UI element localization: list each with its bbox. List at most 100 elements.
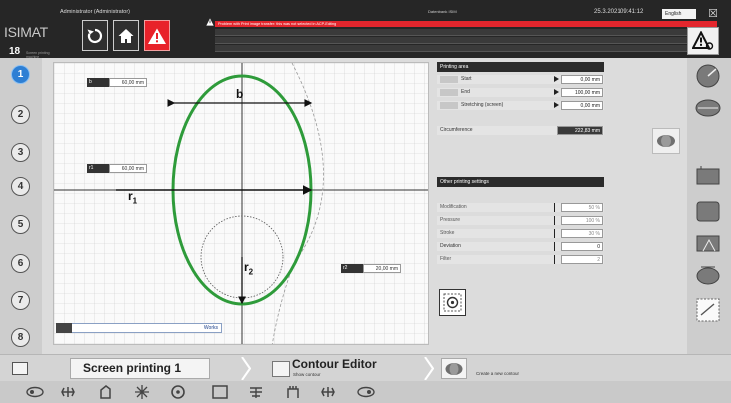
language-select[interactable]: English [662, 9, 696, 19]
field-r2[interactable]: r2 20,00 mm [341, 264, 401, 273]
deviation-value[interactable]: 0 [561, 242, 603, 251]
row-start[interactable]: Start 0,00 mm [437, 75, 604, 84]
field-r2-value[interactable]: 20,00 mm [363, 264, 401, 273]
close-icon[interactable]: ☒ [707, 8, 719, 20]
deviation-label: Deviation [440, 243, 461, 249]
tool-angle-button[interactable] [693, 229, 723, 256]
row-stretching-value[interactable]: 0,00 mm [561, 101, 603, 110]
freeform-tool-icon [696, 298, 720, 321]
message-line-4 [215, 45, 717, 52]
breadcrumb: Screen printing 1 Contour Editor Show co… [0, 354, 731, 381]
station-4-button[interactable]: 4 [11, 177, 30, 196]
row-end[interactable]: End 100,00 mm [437, 88, 604, 97]
machine-number: 18 [9, 46, 21, 57]
date-display: 25.3.2021 [594, 9, 621, 15]
new-contour-button[interactable] [441, 358, 467, 379]
toolbar-button-2[interactable] [58, 384, 78, 400]
arrow-icon [554, 102, 559, 108]
toolbar-button-9[interactable] [318, 384, 338, 400]
hazard-icon [692, 31, 714, 50]
error-message[interactable]: Problem with Print image transfer: this … [215, 21, 717, 27]
toolbar-button-8[interactable] [283, 384, 303, 400]
row-end-label: End [461, 89, 470, 95]
cylinder-icon [657, 135, 675, 147]
tool-rect-button[interactable] [693, 162, 723, 189]
row-stroke[interactable]: Stroke 30 % [437, 229, 604, 238]
row-pressure[interactable]: Pressure 100 % [437, 216, 604, 225]
toolbar-button-4[interactable] [132, 384, 152, 400]
refresh-button[interactable] [82, 20, 108, 51]
overview-button[interactable] [12, 362, 28, 375]
cylinder-view-button[interactable] [652, 128, 680, 154]
field-b[interactable]: b 60,00 mm [87, 78, 147, 87]
station-8-button[interactable]: 8 [11, 328, 30, 347]
toolbar-button-6[interactable] [210, 384, 230, 400]
contour-editor-icon [272, 361, 290, 377]
field-b-tag: b [87, 78, 109, 87]
arrow-icon [554, 89, 559, 95]
arrow-icon [554, 76, 559, 82]
angle-tool-icon [696, 235, 720, 251]
toolbar-button-5[interactable] [168, 384, 188, 400]
message-line-3 [215, 37, 717, 44]
tool-round-button[interactable] [693, 62, 723, 89]
circumference-label: Circumference [440, 127, 473, 133]
tool-oval-button[interactable] [693, 94, 723, 121]
toolbar-button-1[interactable] [25, 384, 45, 400]
circumference-value: 222,83 mm [557, 126, 603, 135]
crumb-contour-editor[interactable]: Contour Editor [292, 357, 377, 371]
station-3-button[interactable]: 3 [11, 143, 30, 162]
field-b-value[interactable]: 60,00 mm [109, 78, 147, 87]
crumb-screen-printing[interactable]: Screen printing 1 [70, 358, 210, 379]
bottle-icon [26, 386, 44, 398]
field-r1-value[interactable]: 60,00 mm [109, 164, 147, 173]
contour-tools [687, 58, 731, 354]
home-icon [118, 28, 134, 43]
row-stretching[interactable]: Stretching (screen) 0,00 mm [437, 101, 604, 110]
contour-editor-canvas[interactable]: b r1 r2 b 60,00 mm r1 60,00 mm r2 20,00 … [53, 62, 429, 345]
tool-freeform-button[interactable] [693, 296, 723, 323]
filter-value[interactable]: 2 [561, 255, 603, 264]
row-start-value[interactable]: 0,00 mm [561, 75, 603, 84]
message-warning-icon [206, 18, 214, 26]
time-display: 09:41:12 [620, 9, 644, 15]
printing-area-header: Printing area [437, 62, 604, 72]
modification-value[interactable]: 50 % [561, 203, 603, 212]
tool-cylinder-button[interactable] [693, 261, 723, 288]
stroke-value[interactable]: 30 % [561, 229, 603, 238]
toolbar-button-3[interactable] [95, 384, 115, 400]
slider-icon [554, 203, 560, 212]
toolbar-button-7[interactable] [246, 384, 266, 400]
dim-r1-sub: 1 [132, 196, 138, 206]
station-2-button[interactable]: 2 [11, 105, 30, 124]
dim-r2-label: r2 [244, 260, 253, 276]
row-modification[interactable]: Modification 50 % [437, 203, 604, 212]
bottom-toolbar [0, 381, 731, 403]
status-bar: Works [56, 323, 222, 333]
station-7-button[interactable]: 7 [11, 291, 30, 310]
row-start-label: Start [461, 76, 472, 82]
hazard-button[interactable] [687, 27, 719, 55]
field-r1[interactable]: r1 60,00 mm [87, 164, 147, 173]
cylinder-tool-icon [696, 266, 720, 284]
station-5-button[interactable]: 5 [11, 215, 30, 234]
row-deviation[interactable]: Deviation 0 [437, 242, 604, 251]
toolbar-button-10[interactable] [356, 384, 376, 400]
center-contour-button[interactable] [439, 289, 466, 316]
filter-label: Filter [440, 256, 452, 262]
tool-rect-round-button[interactable] [693, 197, 723, 224]
oval-tool-icon [695, 99, 721, 116]
alert-button[interactable] [144, 20, 170, 51]
row-end-value[interactable]: 100,00 mm [561, 88, 603, 97]
station-1-button[interactable]: 1 [11, 65, 30, 84]
home-button[interactable] [113, 20, 139, 51]
pressure-value[interactable]: 100 % [561, 216, 603, 225]
chevron-right-icon [424, 357, 434, 380]
row-filter[interactable]: Filter 2 [437, 255, 604, 264]
dim-r1-label: r1 [128, 189, 137, 205]
crumb-new-contour-sub: Create a new contour [476, 371, 520, 376]
station-selector: 1 2 3 4 5 6 7 8 [0, 58, 42, 354]
modification-label: Modification [440, 204, 467, 210]
station-6-button[interactable]: 6 [11, 254, 30, 273]
dryer-icon [287, 386, 299, 398]
